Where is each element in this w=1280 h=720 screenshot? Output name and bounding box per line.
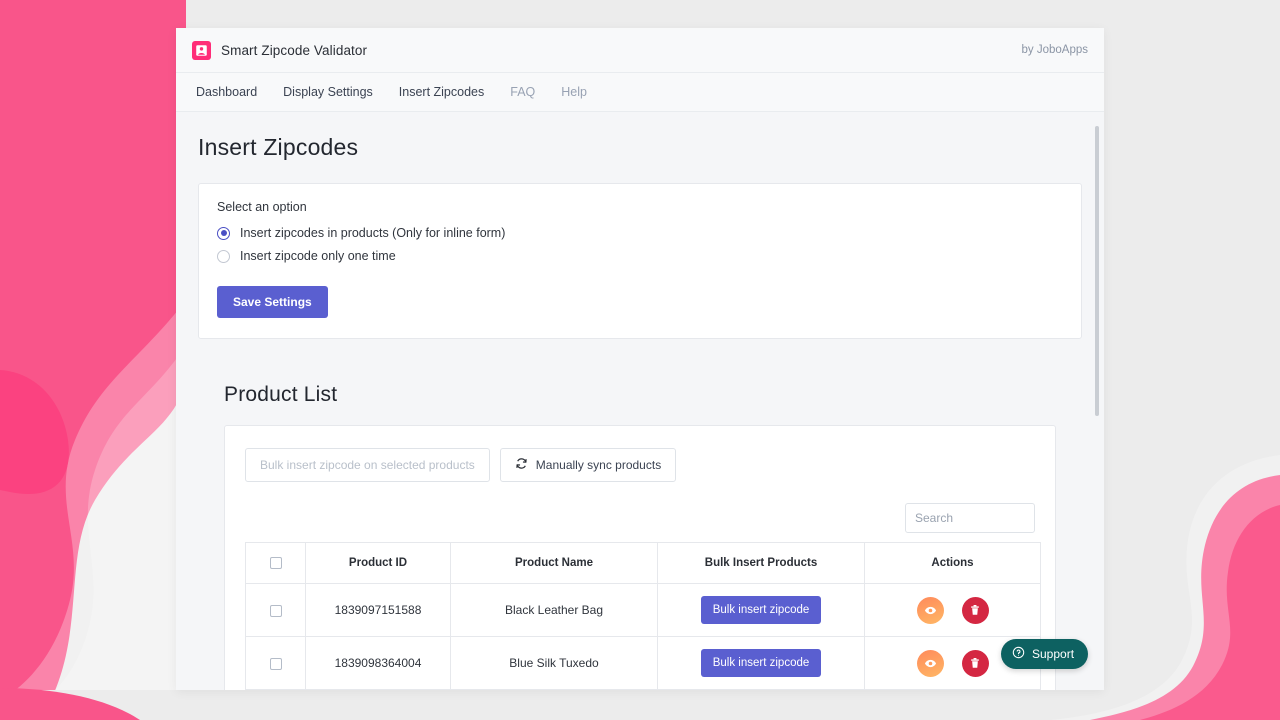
actions-group [869, 596, 1036, 624]
row-checkbox[interactable] [269, 604, 282, 617]
bulk-insert-zipcode-button[interactable]: Bulk insert zipcode [700, 596, 822, 625]
table-header-row: Product ID Product Name Bulk Insert Prod… [245, 541, 1041, 585]
bulk-insert-zipcode-button[interactable]: Bulk insert zipcode [700, 649, 822, 678]
nav-item-insert-zipcodes[interactable]: Insert Zipcodes [399, 85, 484, 99]
column-header-product-name: Product Name [450, 541, 658, 585]
products-table-head: Product ID Product Name Bulk Insert Prod… [245, 541, 1041, 585]
nav-item-help[interactable]: Help [561, 85, 587, 99]
save-settings-button[interactable]: Save Settings [217, 286, 328, 318]
bulk-insert-selected-label: Bulk insert zipcode on selected products [260, 458, 475, 472]
question-circle-glyph [1012, 646, 1025, 659]
radio-option-label: Insert zipcode only one time [240, 249, 396, 263]
cell-bulk-insert: Bulk insert zipcode [657, 583, 865, 638]
manually-sync-products-button[interactable]: Manually sync products [499, 448, 677, 482]
cell-product-id: 1839097151588 [305, 583, 451, 638]
nav-item-display-settings[interactable]: Display Settings [283, 85, 373, 99]
cell-actions [864, 583, 1041, 638]
manually-sync-products-label: Manually sync products [535, 458, 662, 472]
trash-glyph [971, 605, 979, 615]
product-list-card: Bulk insert zipcode on selected products… [224, 425, 1056, 690]
refresh-sync-icon [515, 457, 528, 473]
product-list-toolbar: Bulk insert zipcode on selected products… [245, 448, 1035, 482]
eye-icon[interactable] [916, 596, 944, 624]
trash-glyph [971, 658, 979, 668]
products-table-body: 1839097151588 Black Leather Bag Bulk ins… [245, 583, 1041, 690]
table-row: 1839097151588 Black Leather Bag Bulk ins… [245, 583, 1041, 638]
trash-icon[interactable] [961, 649, 989, 677]
product-list-title: Product List [224, 383, 338, 406]
column-header-product-id: Product ID [305, 541, 451, 585]
page-content: Insert Zipcodes Select an option Insert … [176, 112, 1104, 690]
nav-item-dashboard[interactable]: Dashboard [196, 85, 257, 99]
select-all-checkbox[interactable] [269, 557, 282, 569]
page-scrollbar-thumb[interactable] [1095, 126, 1099, 416]
radio-button-selected[interactable] [217, 226, 230, 240]
id-card-person-icon [192, 40, 211, 60]
app-window: Smart Zipcode Validator by JoboApps Dash… [176, 28, 1104, 690]
page-scrollbar[interactable] [1092, 112, 1102, 690]
row-select-cell [245, 583, 306, 638]
eye-icon[interactable] [916, 649, 944, 677]
cell-product-name: Blue Silk Tuxedo [450, 636, 658, 690]
select-all-header [245, 541, 306, 585]
search-area [245, 503, 1035, 533]
select-option-label: Select an option [217, 200, 307, 214]
main-nav: Dashboard Display Settings Insert Zipcod… [176, 73, 1104, 112]
id-card-person-glyph [196, 44, 207, 56]
bulk-insert-selected-button[interactable]: Bulk insert zipcode on selected products [245, 448, 490, 482]
refresh-sync-glyph [516, 458, 527, 469]
column-header-bulk-insert: Bulk Insert Products [657, 541, 865, 585]
column-header-actions: Actions [864, 541, 1041, 585]
cell-product-name: Black Leather Bag [450, 583, 658, 638]
select-option-card: Select an option Insert zipcodes in prod… [198, 183, 1082, 339]
nav-item-faq[interactable]: FAQ [510, 85, 535, 99]
radio-button-unselected[interactable] [217, 249, 230, 263]
eye-glyph [924, 659, 936, 667]
row-select-cell [245, 636, 306, 690]
page-title: Insert Zipcodes [198, 134, 359, 160]
support-label: Support [1032, 647, 1075, 661]
brand: Smart Zipcode Validator [192, 40, 368, 60]
brand-title: Smart Zipcode Validator [221, 42, 368, 58]
radio-option-label: Insert zipcodes in products (Only for in… [240, 226, 506, 240]
byline: by JoboApps [1021, 44, 1089, 56]
eye-glyph [924, 606, 936, 614]
table-row: 1839098364004 Blue Silk Tuxedo Bulk inse… [245, 636, 1041, 690]
row-checkbox[interactable] [269, 657, 282, 670]
cell-product-id: 1839098364004 [305, 636, 451, 690]
products-table: Product ID Product Name Bulk Insert Prod… [245, 541, 1041, 690]
app-topbar: Smart Zipcode Validator by JoboApps [176, 28, 1104, 73]
cell-bulk-insert: Bulk insert zipcode [657, 636, 865, 690]
radio-option-insert-one-time[interactable]: Insert zipcode only one time [217, 249, 1063, 263]
trash-icon[interactable] [961, 596, 989, 624]
question-circle-icon [1012, 646, 1025, 662]
support-widget[interactable]: Support [1001, 639, 1089, 669]
radio-option-insert-in-products[interactable]: Insert zipcodes in products (Only for in… [217, 226, 1063, 240]
search-input[interactable] [905, 503, 1035, 533]
